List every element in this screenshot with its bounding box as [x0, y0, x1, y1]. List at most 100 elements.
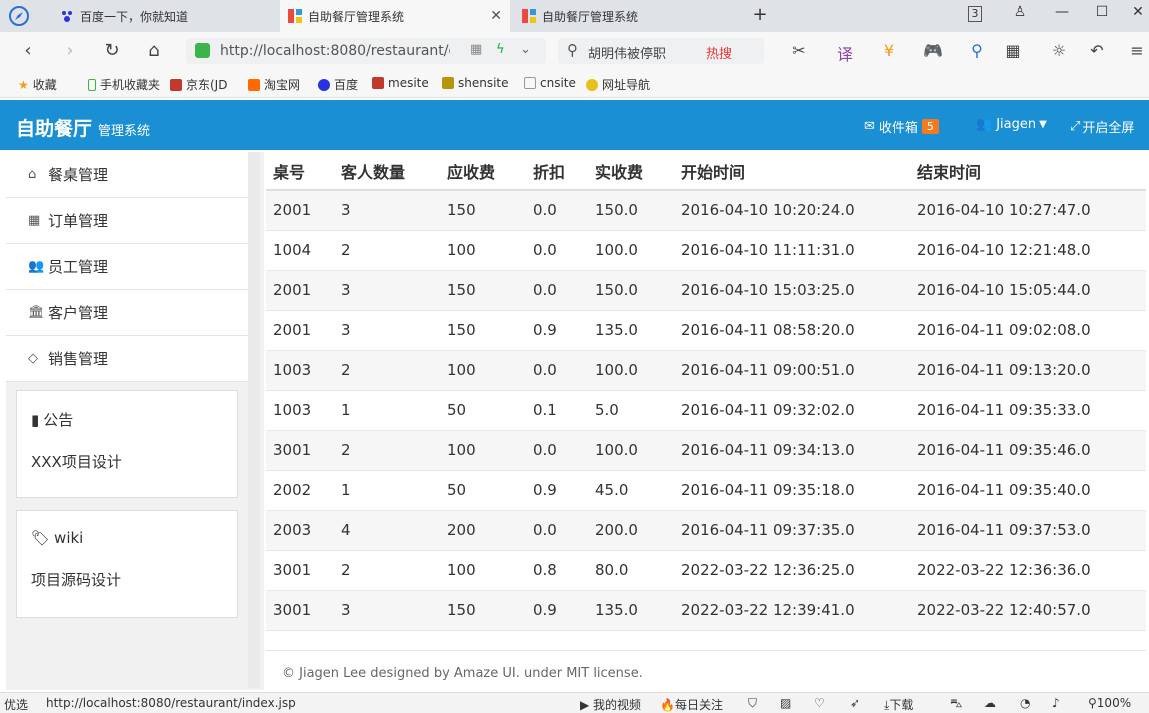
my-video-link[interactable]: ▶ 我的视频 — [580, 696, 641, 713]
page-favicon-icon — [522, 9, 536, 23]
sidebar-item-tables[interactable]: ⌂ 餐桌管理 — [6, 152, 248, 198]
undo-icon[interactable]: ↶ — [1086, 41, 1108, 60]
table-cell: 0.9 — [526, 590, 588, 631]
table-row[interactable]: 2001 3 150 0.0 150.0 2016-04-10 15:03:25.0 201… — [266, 270, 1146, 311]
fullscreen-button[interactable]: ⤢ 开启全屏 — [1070, 117, 1134, 136]
sidebar-item-sales[interactable]: ◇ 销售管理 — [6, 336, 248, 382]
reload-icon[interactable]: ↻ — [100, 40, 124, 61]
sidebar-item-staff[interactable]: 👥 员工管理 — [6, 244, 248, 290]
home-icon: ⌂ — [28, 167, 37, 182]
qr-code-icon[interactable]: ▦ — [470, 42, 482, 57]
volume-icon[interactable]: ♪ — [1052, 696, 1060, 710]
preferred-label[interactable]: 优选 — [4, 696, 28, 713]
minimize-icon[interactable]: — — [1050, 4, 1074, 20]
table-cell: 100.0 — [588, 350, 674, 391]
sidebar-item-orders[interactable]: ▦ 订单管理 — [6, 198, 248, 244]
search-icon: ⚲ — [567, 41, 578, 59]
bookmark-jd[interactable]: 京东(JD — [170, 76, 227, 93]
tab-count-badge[interactable]: 3 — [968, 6, 982, 22]
page-favicon-icon — [288, 9, 302, 23]
coin-icon[interactable]: ¥ — [878, 41, 900, 60]
lightning-icon[interactable]: ϟ — [496, 42, 505, 57]
tab-baidu[interactable]: 百度一下，你就知道 — [52, 0, 276, 32]
sidebar-item-customers[interactable]: 🏛 客户管理 — [6, 290, 248, 336]
inbox-link[interactable]: ✉ 收件箱 5 — [864, 117, 939, 136]
bookmark-nav[interactable]: 网址导航 — [586, 76, 650, 93]
table-cell: 2022-03-22 12:40:57.0 — [910, 590, 1146, 631]
translate-icon[interactable]: 译 — [834, 41, 856, 65]
maximize-icon[interactable]: ☐ — [1090, 4, 1114, 20]
chevron-down-icon[interactable]: ⌄ — [520, 42, 531, 57]
daily-link[interactable]: 🔥每日关注 — [660, 696, 723, 713]
address-bar[interactable]: http://localhost:8080/restaurant/or ▦ ϟ … — [186, 38, 546, 64]
rocket-icon[interactable]: ➶ — [850, 696, 860, 710]
tab-label: 自助餐厅管理系统 — [542, 9, 639, 24]
new-tab-plus-icon[interactable]: + — [748, 4, 772, 25]
table-row[interactable]: 2001 3 150 0.0 150.0 2016-04-10 10:20:24.0 201… — [266, 190, 1146, 231]
download-link[interactable]: ⤓下载 — [884, 696, 913, 713]
url-text[interactable]: http://localhost:8080/restaurant/or — [220, 43, 450, 59]
user-menu[interactable]: 👥 Jiagen ▼ — [976, 117, 1047, 132]
caret-down-icon: ▼ — [1039, 119, 1047, 130]
shield-icon[interactable]: ⛉ — [748, 696, 757, 711]
scissors-icon[interactable]: ✂ — [788, 41, 810, 60]
table-row[interactable]: 1003 1 50 0.1 5.0 2016-04-11 09:32:02.0 2016-0… — [266, 390, 1146, 431]
table-cell: 135.0 — [588, 590, 674, 631]
magnifier-icon[interactable]: ⚲ — [966, 41, 988, 60]
table-cell: 50 — [440, 390, 526, 431]
notice-body: XXX项目设计 — [31, 453, 122, 471]
table-row[interactable]: 1004 2 100 0.0 100.0 2016-04-10 11:11:31.0 201… — [266, 230, 1146, 271]
browser-logo-icon[interactable] — [0, 0, 38, 32]
table-row[interactable]: 3001 2 100 0.0 100.0 2016-04-11 09:34:13.0 201… — [266, 430, 1146, 471]
cloud-icon[interactable]: ☁ — [984, 696, 996, 710]
table-cell: 4 — [334, 510, 440, 551]
headphones-icon[interactable]: ◔ — [1020, 696, 1030, 710]
cart-icon[interactable]: ⛍ — [950, 696, 962, 712]
sidebar-scrollbar[interactable] — [248, 152, 260, 688]
bookmark-cnsite[interactable]: cnsite — [524, 76, 576, 90]
tab-restaurant-active[interactable]: 自助餐厅管理系统 ✕ — [280, 0, 510, 32]
tag-icon: 🏷 — [31, 529, 51, 547]
menu-icon[interactable]: ≡ — [1126, 41, 1148, 60]
search-box[interactable]: ⚲ 胡明伟被停职 热搜 — [558, 38, 764, 64]
brightness-icon[interactable]: ☼ — [1048, 41, 1070, 60]
tab-restaurant[interactable]: 自助餐厅管理系统 — [514, 0, 744, 32]
hot-search-label[interactable]: 热搜 — [706, 43, 732, 62]
home-icon[interactable]: ⌂ — [142, 40, 166, 61]
site-favicon-icon — [372, 77, 384, 89]
compass-icon — [586, 78, 598, 91]
bookmark-taobao[interactable]: 淘宝网 — [248, 76, 300, 93]
window-close-icon[interactable]: ✕ — [1126, 4, 1149, 20]
table-row[interactable]: 2001 3 150 0.9 135.0 2016-04-11 08:58:20.0 201… — [266, 310, 1146, 351]
grid-apps-icon[interactable]: ▦ — [1002, 41, 1024, 60]
gamepad-icon[interactable]: 🎮 — [922, 41, 944, 60]
shirt-icon[interactable]: ♙ — [1008, 4, 1032, 20]
table-cell: 1 — [334, 390, 440, 431]
bookmark-mobile[interactable]: 手机收藏夹 — [88, 76, 160, 93]
bank-icon: 🏛 — [28, 305, 45, 320]
table-row[interactable]: 3001 3 150 0.9 135.0 2022-03-22 12:39:41.0 202… — [266, 590, 1146, 631]
search-input[interactable]: 胡明伟被停职 — [588, 43, 666, 62]
table-cell: 2016-04-11 09:37:35.0 — [674, 510, 910, 551]
table-icon: ▦ — [28, 213, 41, 228]
table-row[interactable]: 2002 1 50 0.9 45.0 2016-04-11 09:35:18.0 2016-… — [266, 470, 1146, 511]
bookmark-favorites[interactable]: ★ 收藏 — [18, 76, 57, 93]
image-icon[interactable]: ▨ — [780, 696, 791, 710]
users-icon: 👥 — [976, 117, 993, 132]
app-brand[interactable]: 自助餐厅 管理系统 — [16, 114, 150, 141]
table-row[interactable]: 3001 2 100 0.8 80.0 2022-03-22 12:36:25.0 2022… — [266, 550, 1146, 591]
phone-icon — [88, 78, 96, 91]
zoom-level[interactable]: ⚲100% — [1088, 696, 1131, 710]
bookmark-shensite[interactable]: shensite — [442, 76, 509, 90]
close-icon[interactable]: ✕ — [490, 8, 502, 24]
sidebar-item-label: 餐桌管理 — [48, 166, 109, 184]
bookmark-mesite[interactable]: mesite — [372, 76, 429, 90]
heart-icon[interactable]: ♡ — [814, 696, 825, 710]
table-row[interactable]: 1003 2 100 0.0 100.0 2016-04-11 09:00:51.0 201… — [266, 350, 1146, 391]
back-arrow-icon[interactable]: ‹ — [16, 40, 40, 61]
baidu-paw-icon — [60, 9, 74, 23]
column-header: 桌号 — [266, 152, 334, 191]
forward-arrow-icon[interactable]: › — [58, 40, 82, 61]
bookmark-baidu[interactable]: 百度 — [318, 76, 358, 93]
table-row[interactable]: 2003 4 200 0.0 200.0 2016-04-11 09:37:35.0 201… — [266, 510, 1146, 551]
